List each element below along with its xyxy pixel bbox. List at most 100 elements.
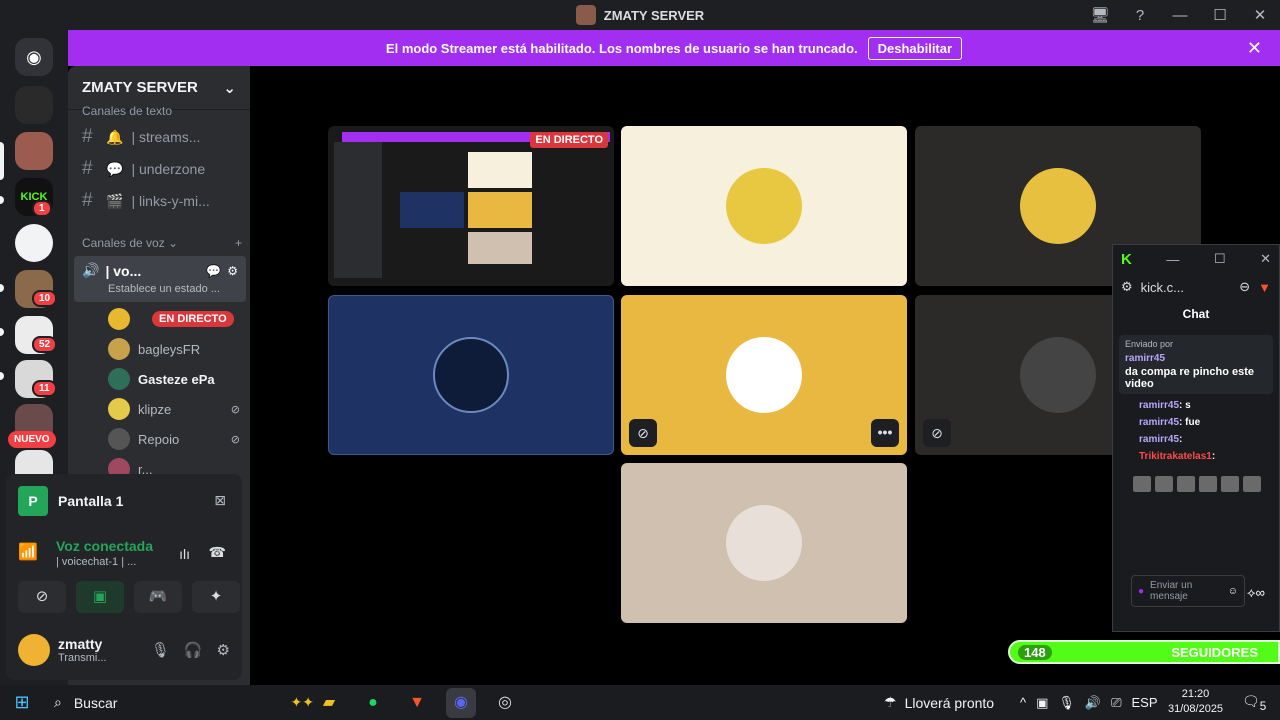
- more-options-button[interactable]: •••: [871, 419, 899, 447]
- voice-connection: 📶 Voz conectada | voicechat-1 | ... ılı …: [18, 538, 230, 568]
- microphone-icon[interactable]: 🎙: [151, 641, 170, 659]
- signal-icon[interactable]: 📶: [18, 542, 38, 562]
- speaker-icon: 🔊: [82, 262, 100, 278]
- emote[interactable]: [1199, 476, 1217, 492]
- weather-widget[interactable]: ☂ Lloverá pronto: [884, 685, 994, 720]
- taskbar-search[interactable]: ⌕ Buscar ✦✦: [44, 694, 314, 711]
- zoom-icon[interactable]: ⊖: [1239, 279, 1250, 295]
- connection-channel[interactable]: | voicechat-1 | ...: [56, 556, 230, 568]
- emoji-icon[interactable]: ☺: [1228, 586, 1238, 597]
- voice-status[interactable]: Establece un estado ...: [108, 283, 238, 295]
- camera-off-button[interactable]: ⊘: [18, 581, 66, 613]
- user-tile[interactable]: [328, 295, 614, 455]
- stream-preview-tile: [468, 232, 532, 264]
- minimize-button[interactable]: —: [1166, 252, 1179, 267]
- help-icon[interactable]: ?: [1120, 7, 1160, 24]
- chat-user[interactable]: ramirr45: [1139, 400, 1179, 411]
- brave-icon[interactable]: ▼: [402, 688, 432, 718]
- user-tile[interactable]: [621, 126, 907, 286]
- voice-user[interactable]: bagleysFR: [108, 338, 240, 360]
- connection-status[interactable]: Voz conectada: [56, 538, 230, 554]
- url-text[interactable]: kick.c...: [1141, 280, 1184, 295]
- emote[interactable]: [1133, 476, 1151, 492]
- unread-dot: [0, 328, 4, 336]
- voice-user[interactable]: Repoio ⊘: [108, 428, 240, 450]
- chat-user[interactable]: ramirr45: [1139, 434, 1179, 445]
- server-icon-white[interactable]: [15, 224, 53, 262]
- channel-streams[interactable]: # 🔔 | streams...: [82, 126, 242, 148]
- emote[interactable]: [1243, 476, 1261, 492]
- obs-icon[interactable]: ◎: [490, 688, 520, 718]
- file-explorer-icon[interactable]: ▰: [314, 688, 344, 718]
- notification-count: 5: [1259, 699, 1267, 713]
- microphone-icon[interactable]: ●: [1138, 586, 1144, 597]
- microphone-icon[interactable]: 🎙: [1058, 695, 1075, 711]
- maximize-button[interactable]: ☐: [1200, 6, 1240, 24]
- category-text[interactable]: Canales de texto: [82, 104, 172, 118]
- disconnect-icon[interactable]: ☎: [209, 544, 226, 561]
- server-icon-partial[interactable]: [15, 450, 53, 474]
- server-icon-current[interactable]: [15, 132, 53, 170]
- tray-app-icon[interactable]: ▣: [1036, 695, 1048, 711]
- close-button[interactable]: ✕: [1240, 6, 1280, 24]
- notifications-icon[interactable]: 🗨5: [1242, 693, 1266, 713]
- soundboard-button[interactable]: ✦: [192, 581, 240, 613]
- close-icon[interactable]: ✕: [1247, 38, 1262, 59]
- chat-user[interactable]: ramirr45: [1139, 417, 1179, 428]
- brave-icon[interactable]: ▼: [1258, 280, 1271, 295]
- gear-icon[interactable]: ⚙: [217, 641, 230, 659]
- pinned-message[interactable]: Enviado por ramirr45 da compa re pincho …: [1119, 335, 1273, 394]
- chat-icon[interactable]: 💬: [206, 264, 221, 278]
- chat-input[interactable]: ● Enviar un mensaje ☺: [1131, 575, 1245, 607]
- spotify-icon[interactable]: ●: [358, 688, 388, 718]
- user-tile[interactable]: ⊘ •••: [621, 295, 907, 455]
- category-voice[interactable]: Canales de voz ⌄ +: [82, 236, 242, 250]
- activity-button[interactable]: 🎮: [134, 581, 182, 613]
- avatar: [108, 398, 130, 420]
- clock-date: 31/08/2025: [1168, 703, 1224, 715]
- avatar: [108, 428, 130, 450]
- site-settings-icon[interactable]: ⚙: [1121, 279, 1133, 295]
- disable-button[interactable]: Deshabilitar: [867, 36, 963, 60]
- server-icon-gold[interactable]: [15, 86, 53, 124]
- discord-home-icon[interactable]: ◉: [15, 38, 53, 76]
- channel-links[interactable]: # 🎬 | links-y-mi...: [82, 190, 242, 212]
- voice-user[interactable]: Gasteze ePa: [108, 368, 240, 390]
- username: zmatty: [58, 636, 103, 652]
- emote[interactable]: [1155, 476, 1173, 492]
- chat-user[interactable]: Trikitrakatelas1: [1139, 451, 1212, 462]
- emote[interactable]: [1221, 476, 1239, 492]
- volume-icon[interactable]: 🔊: [1085, 695, 1101, 711]
- windows-start-icon[interactable]: ⊞: [0, 692, 44, 713]
- maximize-button[interactable]: ☐: [1214, 251, 1226, 267]
- minimize-button[interactable]: —: [1160, 7, 1200, 24]
- channel-underzone[interactable]: # 💬 | underzone: [82, 158, 242, 180]
- chevron-up-icon[interactable]: ^: [1020, 695, 1026, 710]
- avatar: [108, 338, 130, 360]
- voice-user[interactable]: klipze ⊘: [108, 398, 240, 420]
- avatar[interactable]: [18, 634, 50, 666]
- stream-tile[interactable]: EN DIRECTO: [328, 126, 614, 286]
- mention-badge: 11: [32, 380, 57, 397]
- search-label: Buscar: [73, 694, 118, 711]
- user-tile[interactable]: [621, 463, 907, 623]
- channel-label: | underzone: [131, 161, 206, 177]
- live-badge: EN DIRECTO: [530, 132, 608, 148]
- voice-channel-active[interactable]: 🔊 | vo... 💬 ⚙ Establece un estado ...: [74, 256, 246, 302]
- screen-share-button[interactable]: ▣: [76, 581, 124, 613]
- soundwave-icon[interactable]: ılı: [179, 546, 190, 562]
- discord-icon[interactable]: ◉: [446, 687, 476, 718]
- network-icon[interactable]: ⎚: [1111, 695, 1121, 711]
- headphones-icon[interactable]: 🎧: [184, 641, 203, 659]
- settings-icon[interactable]: ⚙: [227, 264, 238, 278]
- emote[interactable]: [1177, 476, 1195, 492]
- language-indicator[interactable]: ESP: [1132, 695, 1158, 710]
- chevron-down-icon: ⌄: [223, 79, 236, 97]
- add-channel-icon[interactable]: +: [235, 236, 242, 250]
- close-button[interactable]: ✕: [1260, 251, 1271, 267]
- inbox-icon[interactable]: 🖥: [1080, 6, 1120, 24]
- voice-user[interactable]: EN DIRECTO: [108, 308, 240, 330]
- clock[interactable]: 21:20 31/08/2025: [1168, 687, 1223, 717]
- share-icon[interactable]: ⟡∞: [1247, 585, 1265, 601]
- stop-stream-icon[interactable]: ⊠: [214, 492, 226, 509]
